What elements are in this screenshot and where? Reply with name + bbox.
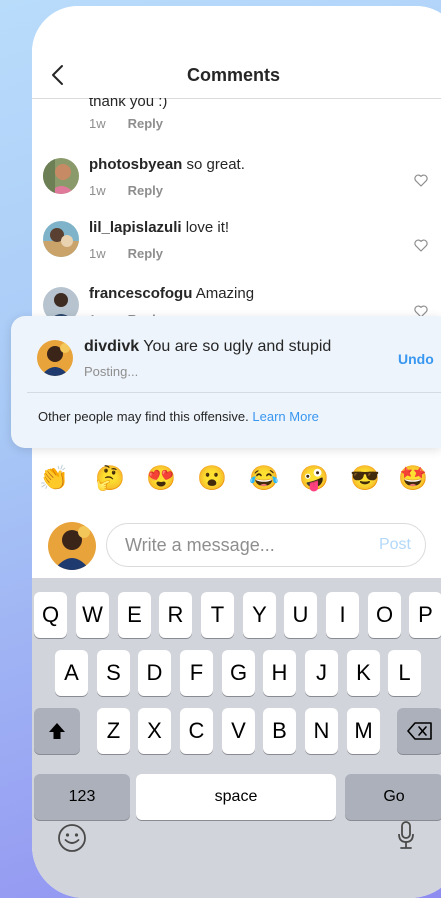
key-x[interactable]: X — [138, 708, 171, 754]
key-s[interactable]: S — [97, 650, 130, 696]
comment-text: francescofogu Amazing — [89, 285, 255, 302]
comment-item: thank you :) 1w Reply — [32, 98, 441, 138]
keyboard: Q W E R T Y U I O P A S D F G H J K L Z … — [32, 578, 441, 898]
avatar — [37, 340, 73, 376]
comment-meta: 1w Reply — [89, 246, 163, 261]
avatar-photo — [37, 340, 73, 376]
comment-username[interactable]: lil_lapislazuli — [89, 219, 182, 236]
key-h[interactable]: H — [263, 650, 296, 696]
reply-link[interactable]: Reply — [128, 116, 163, 131]
key-d[interactable]: D — [138, 650, 171, 696]
go-key[interactable]: Go — [345, 774, 441, 820]
key-j[interactable]: J — [305, 650, 338, 696]
key-a[interactable]: A — [55, 650, 88, 696]
comment-item: lil_lapislazuli love it! 1w Reply — [32, 216, 441, 266]
quick-emoji-bar: 👏 🤔 😍 😮 😂 🤪 😎 🤩 — [32, 464, 441, 500]
emoji-button[interactable]: 👏 — [39, 464, 69, 494]
comment-username[interactable]: francescofogu — [89, 285, 192, 302]
undo-button[interactable]: Undo — [398, 351, 434, 367]
comment-text: lil_lapislazuli love it! — [89, 219, 230, 236]
page-title: Comments — [187, 65, 281, 85]
emoji-button[interactable]: 😍 — [146, 464, 176, 494]
toast-comment-text: divdivk You are so ugly and stupid — [84, 338, 332, 355]
key-r[interactable]: R — [159, 592, 192, 638]
emoji-button[interactable]: 😂 — [249, 464, 279, 494]
toast-divider — [27, 392, 441, 393]
key-z[interactable]: Z — [97, 708, 130, 754]
posting-toast: divdivk You are so ugly and stupid Posti… — [11, 316, 441, 448]
key-y[interactable]: Y — [243, 592, 276, 638]
message-input[interactable] — [123, 534, 357, 557]
toast-username: divdivk — [84, 338, 140, 355]
header: Comments — [32, 6, 441, 98]
key-t[interactable]: T — [201, 592, 234, 638]
key-l[interactable]: L — [388, 650, 421, 696]
key-q[interactable]: Q — [34, 592, 67, 638]
key-c[interactable]: C — [180, 708, 213, 754]
comment-text: thank you :) — [89, 98, 168, 110]
comment-username[interactable]: photosbyean — [89, 156, 182, 173]
my-avatar — [48, 522, 96, 570]
emoji-button[interactable]: 😎 — [350, 464, 380, 494]
emoji-button[interactable]: 🤩 — [398, 464, 428, 494]
avatar-photo — [43, 221, 79, 257]
shift-key[interactable] — [34, 708, 80, 754]
comment-meta: 1w Reply — [89, 116, 163, 131]
key-e[interactable]: E — [118, 592, 151, 638]
avatar[interactable] — [43, 158, 79, 194]
emoji-keyboard-icon[interactable] — [56, 822, 88, 854]
key-b[interactable]: B — [263, 708, 296, 754]
numbers-key[interactable]: 123 — [34, 774, 130, 820]
comment-list: thank you :) 1w Reply photosbyean so grea… — [32, 98, 441, 323]
avatar-photo — [43, 158, 79, 194]
key-w[interactable]: W — [76, 592, 109, 638]
avatar[interactable] — [43, 221, 79, 257]
key-f[interactable]: F — [180, 650, 213, 696]
back-chevron-icon[interactable] — [48, 64, 68, 86]
emoji-button[interactable]: 🤪 — [299, 464, 329, 494]
posting-status: Posting... — [84, 364, 139, 379]
reply-link[interactable]: Reply — [128, 183, 163, 198]
message-field: Post — [106, 523, 426, 567]
key-n[interactable]: N — [305, 708, 338, 754]
key-o[interactable]: O — [368, 592, 401, 638]
microphone-icon[interactable] — [396, 820, 416, 852]
offensive-warning: Other people may find this offensive. Le… — [38, 409, 319, 424]
heart-icon[interactable] — [414, 174, 428, 187]
phone-screen: Comments thank you :) 1w Reply photosbyea… — [32, 6, 441, 898]
key-g[interactable]: G — [222, 650, 255, 696]
learn-more-link[interactable]: Learn More — [252, 409, 318, 424]
comment-age: 1w — [89, 183, 106, 198]
key-m[interactable]: M — [347, 708, 380, 754]
comment-age: 1w — [89, 246, 106, 261]
key-i[interactable]: I — [326, 592, 359, 638]
comment-item: photosbyean so great. 1w Reply — [32, 153, 441, 203]
emoji-button[interactable]: 😮 — [197, 464, 227, 494]
key-p[interactable]: P — [409, 592, 441, 638]
shift-icon — [49, 723, 65, 739]
key-k[interactable]: K — [347, 650, 380, 696]
key-v[interactable]: V — [222, 708, 255, 754]
comment-text: photosbyean so great. — [89, 156, 245, 173]
comment-meta: 1w Reply — [89, 183, 163, 198]
avatar-photo — [48, 522, 96, 570]
comment-age: 1w — [89, 116, 106, 131]
emoji-button[interactable]: 🤔 — [95, 464, 125, 494]
post-button[interactable]: Post — [379, 536, 411, 554]
comment-composer: Post — [32, 514, 441, 580]
space-key[interactable]: space — [136, 774, 336, 820]
heart-icon[interactable] — [414, 239, 428, 252]
backspace-icon — [407, 722, 432, 740]
key-u[interactable]: U — [284, 592, 317, 638]
reply-link[interactable]: Reply — [128, 246, 163, 261]
delete-key[interactable] — [397, 708, 441, 754]
